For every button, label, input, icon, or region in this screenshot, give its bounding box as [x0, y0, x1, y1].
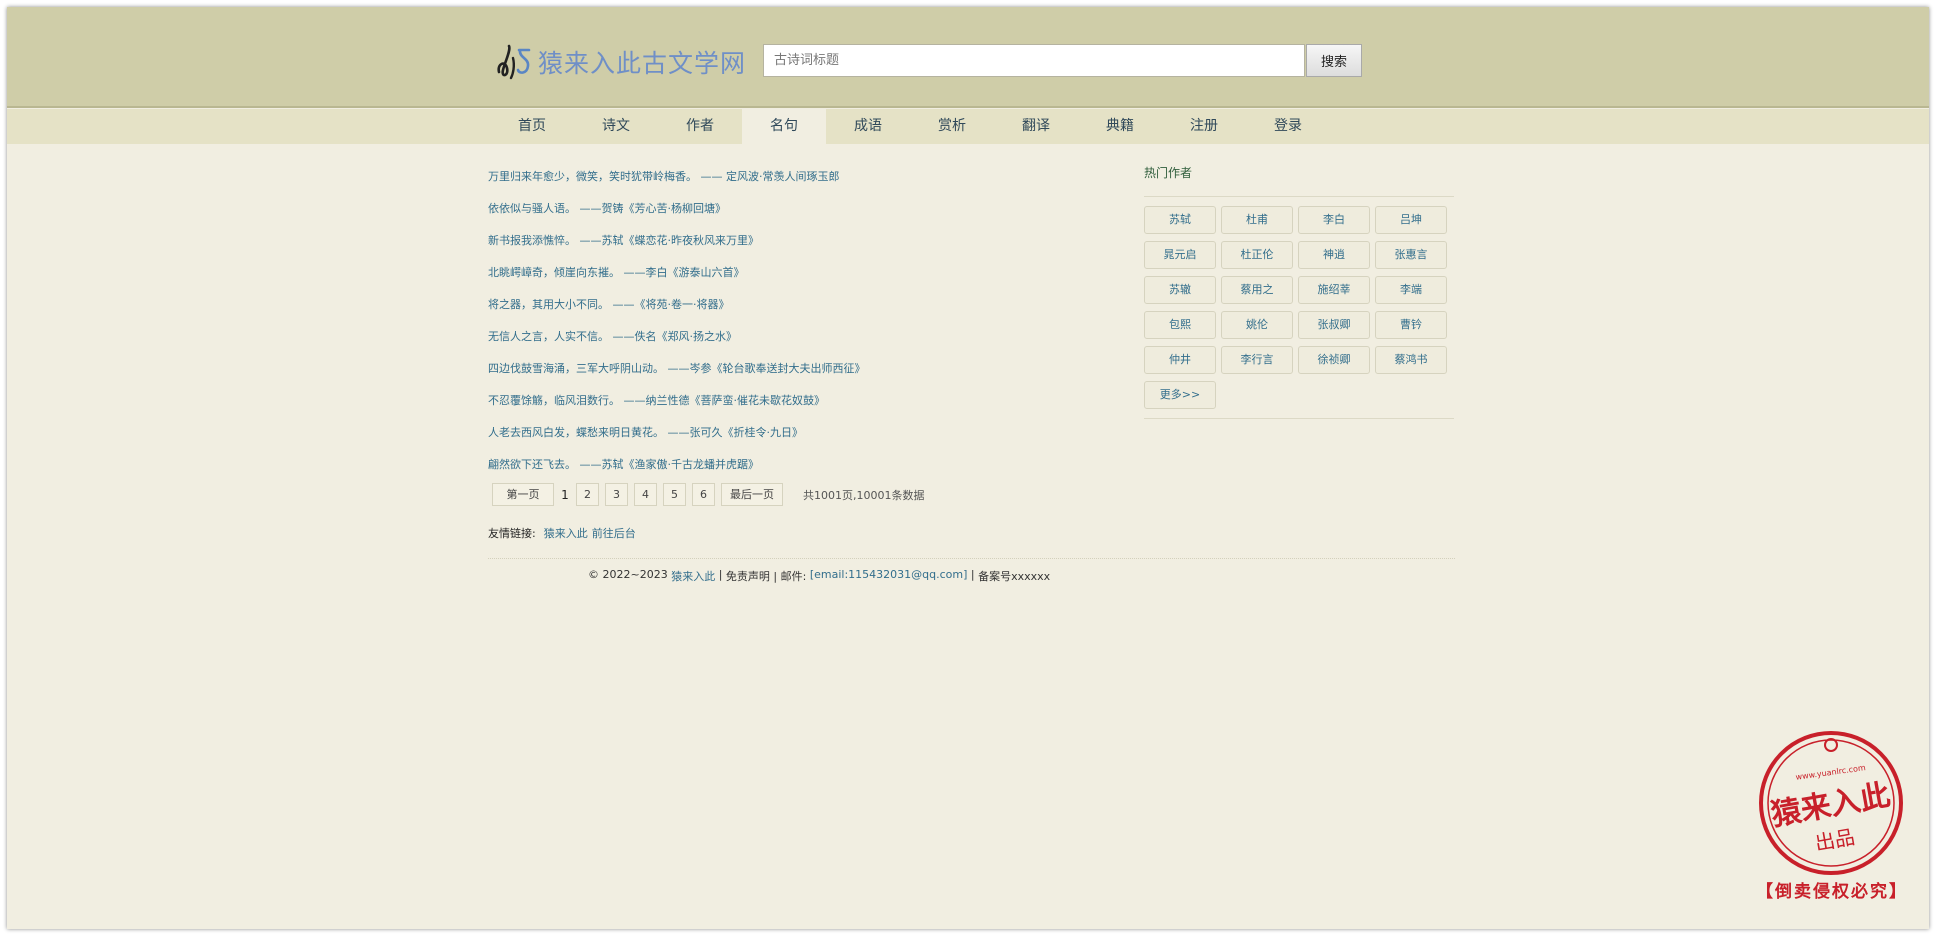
page-button[interactable]: 2	[576, 483, 599, 506]
author-button[interactable]: 吕坤	[1375, 206, 1447, 234]
quote-item[interactable]: 无信人之言，人实不信。 ——佚名《郑风·扬之水》	[488, 327, 968, 359]
copyright-text: © 2022~2023	[588, 568, 672, 581]
author-button[interactable]: 杜甫	[1221, 206, 1293, 234]
page-frame: 猿来入此古文学网 搜索 首页 诗文 作者 名句 成语 赏析 翻译 典籍 注册 登…	[7, 7, 1929, 929]
author-button[interactable]: 李白	[1298, 206, 1370, 234]
author-button[interactable]: 张惠言	[1375, 241, 1447, 269]
quote-item[interactable]: 新书报我添憔悴。 ——苏轼《蝶恋花·昨夜秋风来万里》	[488, 231, 968, 263]
footer-site-link[interactable]: 猿来入此	[671, 568, 715, 584]
record-text: 备案号xxxxxx	[978, 570, 1051, 583]
footer-separator: |	[715, 568, 726, 581]
nav-item-login[interactable]: 登录	[1246, 109, 1330, 144]
author-button[interactable]: 神逍	[1298, 241, 1370, 269]
quote-item[interactable]: 依依似与骚人语。 ——贺铸《芳心苦·杨柳回塘》	[488, 199, 968, 231]
email-link[interactable]: [email:115432031@qq.com]	[810, 568, 968, 584]
divider	[1144, 196, 1454, 197]
stamp-sub-text: 出品	[1813, 825, 1857, 856]
nav-item-register[interactable]: 注册	[1162, 109, 1246, 144]
stamp-main-text: 猿来入此	[1769, 778, 1893, 833]
pagination: 第一页 1 2 3 4 5 6 最后一页 共1001页,10001条数据	[492, 483, 924, 506]
quote-item[interactable]: 万里归来年愈少，微笑，笑时犹带岭梅香。 —— 定风波·常羡人间琢玉郎	[488, 167, 968, 199]
stamp-url: www.yuanlrc.com	[1795, 763, 1866, 782]
site-title[interactable]: 猿来入此古文学网	[538, 44, 746, 80]
site-logo[interactable]: 猿来入此古文学网	[495, 39, 746, 85]
quote-list: 万里归来年愈少，微笑，笑时犹带岭梅香。 —— 定风波·常羡人间琢玉郎 依依似与骚…	[488, 167, 968, 487]
first-page-button[interactable]: 第一页	[492, 483, 554, 506]
quote-item[interactable]: 将之器，其用大小不同。 ——《将苑·卷一·将器》	[488, 295, 968, 327]
hot-authors-title: 热门作者	[1144, 166, 1193, 180]
footer-separator: | 邮件:	[769, 570, 810, 583]
hot-authors-grid: 苏轼 杜甫 李白 吕坤 晁元启 杜正伦 神逍 张惠言 苏辙 蔡用之 施绍莘 李端…	[1144, 206, 1454, 409]
quote-item[interactable]: 人老去西风白发，蝶愁来明日黄花。 ——张可久《折桂令·九日》	[488, 423, 968, 455]
footer: © 2022~2023 猿来入此 | 免责声明 | 邮件: [email:115…	[588, 568, 1050, 584]
disclaimer-link[interactable]: 免责声明	[726, 568, 770, 584]
author-button[interactable]: 徐祯卿	[1298, 346, 1370, 374]
nav-item-idioms[interactable]: 成语	[826, 109, 910, 144]
nav-item-poems[interactable]: 诗文	[574, 109, 658, 144]
logo-icon	[497, 44, 531, 80]
quote-item[interactable]: 四边伐鼓雪海涌，三军大呼阴山动。 ——岑参《轮台歌奉送封大夫出师西征》	[488, 359, 968, 391]
nav-item-quotes[interactable]: 名句	[742, 109, 826, 144]
header: 猿来入此古文学网 搜索	[7, 7, 1929, 108]
author-button[interactable]: 苏辙	[1144, 276, 1216, 304]
last-page-button[interactable]: 最后一页	[721, 483, 783, 506]
friend-links: 友情链接: 猿来入此 前往后台	[488, 525, 636, 541]
author-button[interactable]: 晁元启	[1144, 241, 1216, 269]
friend-link[interactable]: 前往后台	[592, 525, 636, 541]
quote-item[interactable]: 不忍覆馀觞，临风泪数行。 ——纳兰性德《菩萨蛮·催花未歇花奴鼓》	[488, 391, 968, 423]
quote-item[interactable]: 北眺崿嶂奇，倾崖向东摧。 ——李白《游泰山六首》	[488, 263, 968, 295]
divider	[488, 558, 1455, 559]
footer-separator: |	[967, 568, 979, 581]
search-input[interactable]	[763, 44, 1305, 77]
divider	[1144, 418, 1454, 419]
current-page: 1	[561, 487, 569, 502]
author-button[interactable]: 包熙	[1144, 311, 1216, 339]
author-button[interactable]: 曹钤	[1375, 311, 1447, 339]
stamp-warning: 【倒卖侵权必究】	[1756, 882, 1908, 902]
author-button[interactable]: 苏轼	[1144, 206, 1216, 234]
search-button[interactable]: 搜索	[1306, 44, 1362, 77]
friend-link[interactable]: 猿来入此	[544, 525, 588, 541]
friend-links-label: 友情链接:	[488, 527, 536, 540]
author-button[interactable]: 蔡鸿书	[1375, 346, 1447, 374]
page-info: 共1001页,10001条数据	[803, 488, 925, 502]
nav-item-appreciation[interactable]: 赏析	[910, 109, 994, 144]
author-button[interactable]: 李行言	[1221, 346, 1293, 374]
author-button[interactable]: 杜正伦	[1221, 241, 1293, 269]
main-nav: 首页 诗文 作者 名句 成语 赏析 翻译 典籍 注册 登录	[7, 109, 1929, 144]
page-button[interactable]: 4	[634, 483, 657, 506]
author-button[interactable]: 仲井	[1144, 346, 1216, 374]
page-button[interactable]: 5	[663, 483, 686, 506]
page-button[interactable]: 3	[605, 483, 628, 506]
nav-item-translation[interactable]: 翻译	[994, 109, 1078, 144]
author-button[interactable]: 施绍莘	[1298, 276, 1370, 304]
author-button[interactable]: 张叔卿	[1298, 311, 1370, 339]
more-authors-button[interactable]: 更多>>	[1144, 381, 1216, 409]
author-button[interactable]: 蔡用之	[1221, 276, 1293, 304]
author-button[interactable]: 李端	[1375, 276, 1447, 304]
nav-item-authors[interactable]: 作者	[658, 109, 742, 144]
author-button[interactable]: 姚伦	[1221, 311, 1293, 339]
nav-item-home[interactable]: 首页	[490, 109, 574, 144]
nav-item-classics[interactable]: 典籍	[1078, 109, 1162, 144]
page-button[interactable]: 6	[692, 483, 715, 506]
